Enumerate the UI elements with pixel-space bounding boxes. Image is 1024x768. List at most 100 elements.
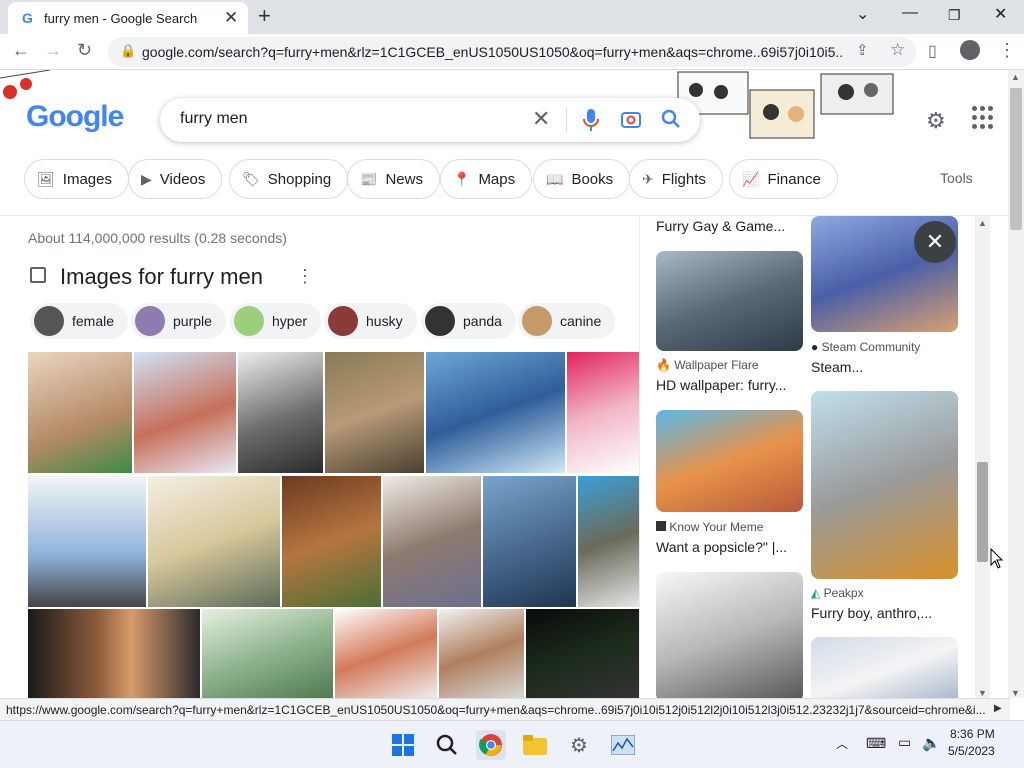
panel-item-title[interactable]: Furry Gay & Game... (656, 218, 785, 234)
side-panel-icon[interactable]: ▯ (928, 41, 937, 61)
page-scrollbar-thumb[interactable] (1010, 88, 1022, 230)
back-icon[interactable]: ← (12, 40, 30, 61)
forward-icon[interactable]: → (44, 40, 62, 61)
panel-item-source: Know Your Meme (656, 520, 763, 534)
search-input[interactable] (180, 110, 520, 128)
panel-item-title[interactable]: Want a popsicle?" |... (656, 539, 787, 555)
image-result[interactable] (28, 476, 146, 607)
chip-flights[interactable]: ✈ Flights (629, 159, 723, 199)
address-text[interactable]: google.com/search?q=furry+men&rlz=1C1GCE… (142, 44, 842, 60)
image-result[interactable] (238, 352, 323, 473)
panel-image[interactable] (656, 572, 803, 698)
scroll-down-arrow-icon[interactable]: ▼ (978, 688, 987, 698)
panel-scrollbar-thumb[interactable] (977, 462, 988, 562)
settings-taskbar-icon[interactable]: ⚙ (564, 730, 594, 760)
close-panel-button[interactable]: ✕ (914, 221, 956, 263)
tools-button[interactable]: Tools (940, 170, 973, 186)
status-scroll-right-icon[interactable]: ▶ (994, 703, 1002, 714)
share-icon[interactable]: ⇪ (856, 41, 869, 59)
profile-icon[interactable] (960, 40, 980, 60)
panel-image[interactable] (811, 637, 958, 698)
reload-icon[interactable]: ↻ (77, 40, 92, 61)
chip-news[interactable]: 📰 News (347, 159, 440, 199)
thumb-image (328, 306, 358, 336)
chip-books[interactable]: 📖 Books (533, 159, 631, 199)
panel-image[interactable] (811, 391, 958, 579)
search-box[interactable]: ✕ (160, 98, 700, 142)
tab-search-icon[interactable]: ⌄ (856, 4, 869, 24)
chrome-taskbar-icon[interactable] (476, 730, 506, 760)
file-explorer-icon[interactable] (520, 730, 550, 760)
windows-start-icon[interactable] (388, 730, 418, 760)
google-logo[interactable]: Google (26, 100, 124, 134)
image-result[interactable] (148, 476, 280, 607)
volume-icon[interactable]: 🔈 (922, 734, 941, 752)
image-result[interactable] (335, 609, 437, 698)
taskbar-search-icon[interactable] (432, 730, 462, 760)
image-result[interactable] (28, 609, 200, 698)
peakpx-icon: ◭ (811, 586, 821, 600)
image-result[interactable] (578, 476, 639, 607)
page-scroll-up-icon[interactable]: ▲ (1011, 72, 1020, 82)
browser-toolbar: ← → ↻ 🔒 google.com/search?q=furry+men&rl… (0, 34, 1024, 70)
tray-chevron-icon[interactable]: ︿ (836, 735, 848, 752)
image-result[interactable] (483, 476, 576, 607)
image-result[interactable] (526, 609, 639, 698)
minimize-button[interactable]: — (902, 4, 918, 22)
chip-images[interactable]: 🖼 Images (24, 159, 129, 199)
refine-husky[interactable]: husky (324, 303, 417, 339)
panel-scrollbar[interactable] (975, 216, 990, 698)
image-result[interactable] (282, 476, 381, 607)
image-result[interactable] (28, 352, 132, 473)
refine-purple[interactable]: purple (131, 303, 226, 339)
search-icon[interactable] (660, 108, 682, 130)
thumb-image (522, 306, 552, 336)
refine-panda[interactable]: panda (421, 303, 516, 339)
menu-icon[interactable]: ⋮ (998, 40, 1016, 61)
image-result[interactable] (202, 609, 333, 698)
new-tab-button[interactable]: + (258, 3, 271, 29)
google-apps-icon[interactable] (972, 106, 996, 130)
image-result[interactable] (439, 609, 524, 698)
refine-canine[interactable]: canine (518, 303, 616, 339)
camera-search-icon[interactable] (620, 108, 642, 130)
images-heading[interactable]: Images for furry men (60, 264, 263, 290)
task-manager-icon[interactable] (608, 730, 638, 760)
network-icon[interactable]: ▭ (898, 734, 911, 751)
maximize-button[interactable]: ❐ (948, 7, 961, 24)
image-result[interactable] (134, 352, 236, 473)
panel-item-title[interactable]: Furry boy, anthro,... (811, 605, 932, 621)
bookmark-star-icon[interactable]: ☆ (890, 40, 905, 60)
chip-finance[interactable]: 📈 Finance (729, 159, 838, 199)
panel-image[interactable] (656, 251, 803, 351)
keyboard-icon[interactable]: ⌨ (866, 735, 886, 752)
close-tab-icon[interactable]: ✕ (224, 8, 238, 28)
clear-search-icon[interactable]: ✕ (532, 106, 550, 132)
close-window-button[interactable]: ✕ (994, 4, 1007, 24)
refine-female[interactable]: female (30, 303, 129, 339)
refine-hyper[interactable]: hyper (230, 303, 322, 339)
settings-gear-icon[interactable]: ⚙ (926, 108, 946, 134)
clock-date: 5/5/2023 (948, 744, 995, 758)
link-status-bar: https://www.google.com/search?q=furry+me… (0, 698, 1010, 720)
panel-item-title[interactable]: HD wallpaper: furry... (656, 377, 786, 393)
scroll-up-arrow-icon[interactable]: ▲ (978, 218, 987, 228)
lock-icon[interactable]: 🔒 (120, 43, 136, 59)
panel-item-title[interactable]: Steam... (811, 359, 863, 375)
microphone-icon[interactable] (582, 108, 600, 132)
image-result[interactable] (567, 352, 639, 473)
address-bar[interactable]: 🔒 google.com/search?q=furry+men&rlz=1C1G… (108, 37, 916, 67)
page-scroll-down-icon[interactable]: ▼ (1011, 688, 1020, 698)
chip-maps[interactable]: 📍 Maps (440, 159, 533, 199)
browser-tab[interactable]: G furry men - Google Search ✕ (8, 2, 248, 34)
panel-image[interactable] (656, 410, 803, 512)
more-options-icon[interactable]: ⋮ (296, 266, 314, 287)
windows-taskbar: ⚙ ︿ ⌨ ▭ 🔈 (0, 720, 1024, 768)
panel-item-source: ◭ Peakpx (811, 586, 864, 600)
image-result[interactable] (325, 352, 424, 473)
chip-videos[interactable]: ▶ Videos (128, 159, 223, 199)
taskbar-clock[interactable]: 8:36 PM 5/5/2023 (948, 726, 995, 760)
chip-shopping[interactable]: 🏷 Shopping (229, 159, 349, 199)
image-result[interactable] (426, 352, 565, 473)
image-result[interactable] (383, 476, 481, 607)
